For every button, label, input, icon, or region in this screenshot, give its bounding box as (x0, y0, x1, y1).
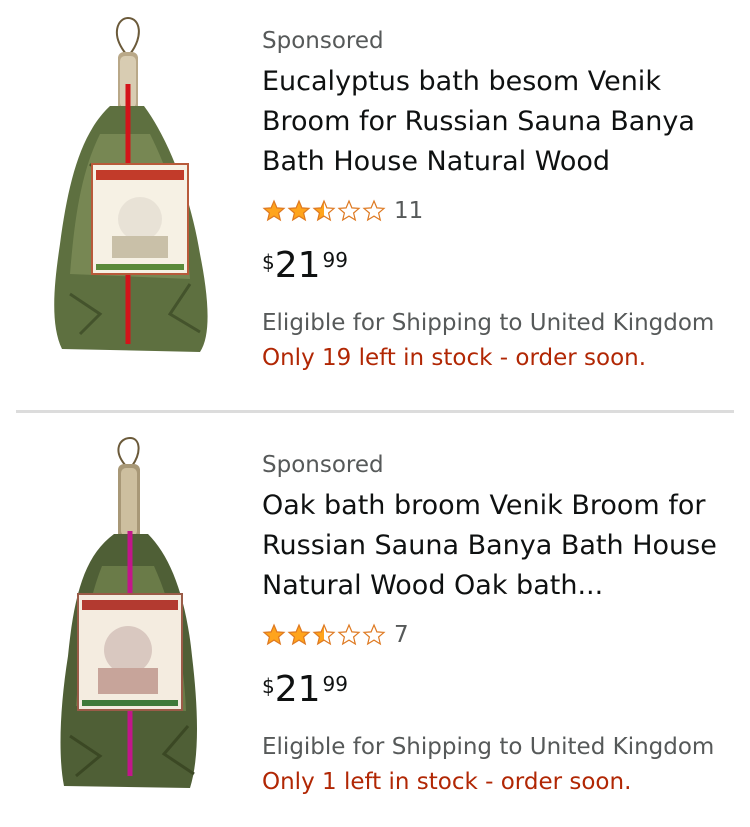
price: $ 21 99 (262, 670, 740, 714)
star-empty-icon (362, 199, 386, 222)
sponsored-label: Sponsored (262, 452, 384, 478)
price-fraction: 99 (322, 248, 348, 272)
star-filled-icon (262, 623, 286, 646)
divider (16, 410, 734, 413)
product-info: Sponsored Oak bath broom Venik Broom for… (262, 448, 740, 800)
price: $ 21 99 (262, 246, 740, 290)
rating[interactable]: 7 (262, 620, 740, 650)
product-title-link[interactable]: Eucalyptus bath besom Venik Broom for Ru… (262, 62, 740, 182)
stock-warning: Only 19 left in stock - order soon. (262, 345, 647, 371)
product-info: Sponsored Eucalyptus bath besom Venik Br… (262, 24, 740, 376)
rating-count[interactable]: 7 (394, 622, 409, 648)
star-empty-icon (337, 623, 361, 646)
sponsored-label: Sponsored (262, 28, 384, 54)
star-empty-icon (337, 199, 361, 222)
product-image[interactable] (40, 436, 225, 796)
rating[interactable]: 11 (262, 196, 740, 226)
stock-warning: Only 1 left in stock - order soon. (262, 769, 632, 795)
price-symbol: $ (262, 250, 275, 274)
shipping-info: Eligible for Shipping to United Kingdom (262, 734, 715, 760)
price-whole: 21 (274, 669, 321, 710)
star-half-icon (312, 623, 336, 646)
price-whole: 21 (274, 245, 321, 286)
star-empty-icon (362, 623, 386, 646)
star-half-icon (312, 199, 336, 222)
product-card[interactable]: Sponsored Oak bath broom Venik Broom for… (0, 418, 750, 827)
price-fraction: 99 (322, 672, 348, 696)
rating-count[interactable]: 11 (394, 198, 423, 224)
star-filled-icon (287, 623, 311, 646)
price-symbol: $ (262, 674, 275, 698)
star-filled-icon (262, 199, 286, 222)
shipping-info: Eligible for Shipping to United Kingdom (262, 310, 715, 336)
product-card[interactable]: Sponsored Eucalyptus bath besom Venik Br… (0, 0, 750, 410)
product-title-link[interactable]: Oak bath broom Venik Broom for Russian S… (262, 486, 740, 606)
star-filled-icon (287, 199, 311, 222)
star-rating[interactable] (262, 623, 386, 647)
star-rating[interactable] (262, 199, 386, 223)
product-image[interactable] (40, 14, 225, 364)
